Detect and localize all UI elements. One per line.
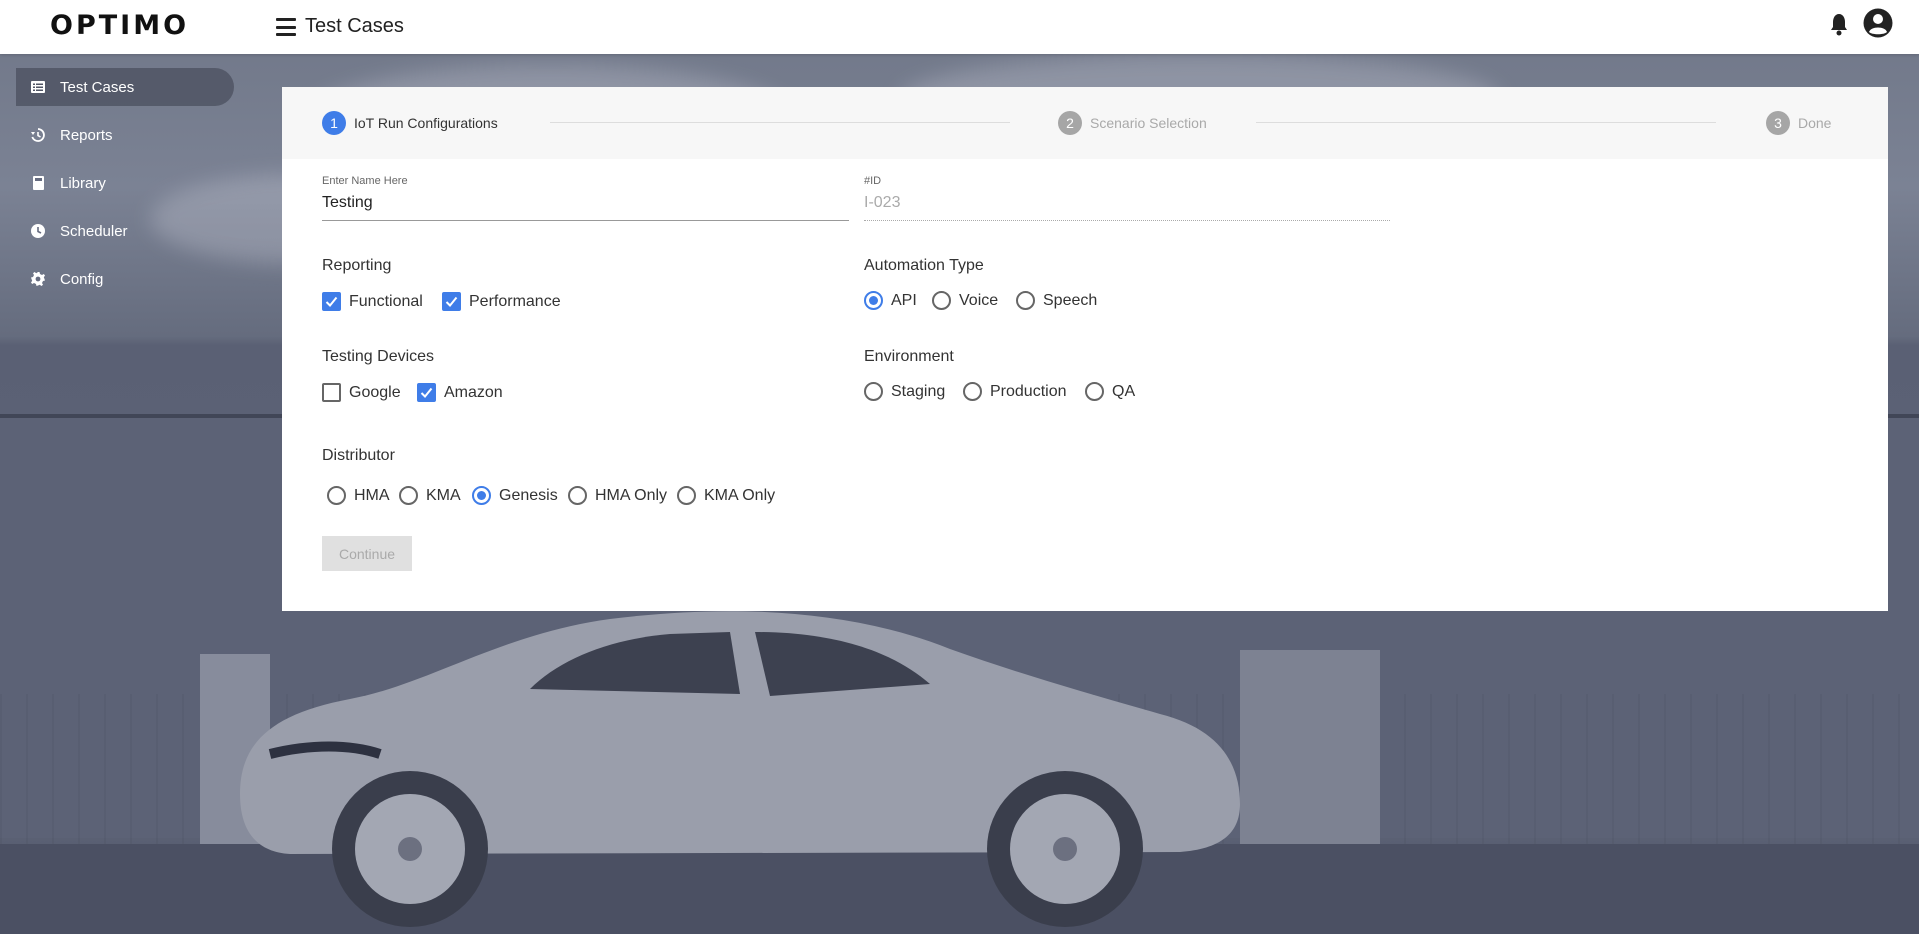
- option-label: Amazon: [444, 383, 503, 401]
- api-radio[interactable]: API: [864, 291, 917, 310]
- radio-unchecked-icon: [568, 486, 587, 505]
- sidebar-item-reports[interactable]: Reports: [16, 116, 234, 154]
- sidebar-item-config[interactable]: Config: [16, 260, 234, 298]
- step-label: Done: [1798, 115, 1832, 131]
- app-logo: OPTIMO: [50, 10, 190, 41]
- radio-unchecked-icon: [327, 486, 346, 505]
- automation-type-title: Automation Type: [864, 257, 984, 274]
- car-image: [240, 611, 1240, 927]
- performance-checkbox[interactable]: Performance: [442, 292, 561, 311]
- continue-button[interactable]: Continue: [322, 536, 412, 571]
- list-icon: [31, 81, 45, 93]
- account-icon[interactable]: [1863, 8, 1893, 38]
- radio-unchecked-icon: [932, 291, 951, 310]
- radio-unchecked-icon: [963, 382, 982, 401]
- sidebar-item-label: Reports: [60, 126, 113, 144]
- step-iot-run-configurations[interactable]: 1 IoT Run Configurations: [322, 111, 498, 135]
- option-label: HMA Only: [595, 486, 668, 504]
- option-label: Google: [349, 383, 401, 401]
- step-number: 3: [1766, 111, 1790, 135]
- step-connector: [550, 122, 1010, 123]
- checkbox-checked-icon: [322, 292, 341, 311]
- page-title: Test Cases: [305, 15, 404, 37]
- sidebar-item-label: Library: [60, 174, 106, 192]
- production-radio[interactable]: Production: [963, 382, 1067, 401]
- option-label: Performance: [469, 292, 561, 310]
- option-label: Staging: [891, 382, 946, 400]
- bell-icon[interactable]: [1830, 12, 1848, 36]
- option-label: API: [891, 291, 917, 309]
- reporting-title: Reporting: [322, 257, 392, 274]
- option-label: Speech: [1043, 291, 1098, 309]
- app-header: OPTIMO Test Cases: [0, 0, 1919, 54]
- sidebar-item-test-cases[interactable]: Test Cases: [16, 68, 234, 106]
- radio-unchecked-icon: [864, 382, 883, 401]
- id-field-label: #ID: [864, 175, 882, 187]
- sidebar-item-label: Config: [60, 270, 104, 288]
- voice-radio[interactable]: Voice: [932, 291, 998, 310]
- radio-unchecked-icon: [399, 486, 418, 505]
- stepper: 1 IoT Run Configurations 2 Scenario Sele…: [282, 87, 1888, 159]
- history-icon: [31, 128, 45, 142]
- run-configuration-card: 1 IoT Run Configurations 2 Scenario Sele…: [282, 87, 1888, 611]
- option-label: KMA: [426, 486, 461, 504]
- clock-icon: [31, 224, 45, 238]
- step-done[interactable]: 3 Done: [1766, 111, 1831, 135]
- name-input[interactable]: Testing: [322, 194, 373, 212]
- option-label: HMA: [354, 486, 390, 504]
- option-label: Genesis: [499, 486, 558, 504]
- checkbox-checked-icon: [417, 383, 436, 402]
- step-label: Scenario Selection: [1090, 115, 1207, 131]
- staging-radio[interactable]: Staging: [864, 382, 945, 401]
- gear-icon: [31, 272, 45, 286]
- step-number: 1: [322, 111, 346, 135]
- checkbox-unchecked-icon: [322, 383, 341, 402]
- option-label: QA: [1112, 382, 1136, 400]
- option-label: KMA Only: [704, 486, 776, 504]
- amazon-checkbox[interactable]: Amazon: [417, 383, 503, 402]
- radio-unchecked-icon: [1085, 382, 1104, 401]
- name-field-label: Enter Name Here: [322, 175, 408, 187]
- sidebar-item-label: Scheduler: [60, 222, 128, 240]
- distributor-title: Distributor: [322, 447, 395, 464]
- option-label: Production: [990, 382, 1067, 400]
- id-field-underline: [864, 220, 1390, 221]
- checkbox-checked-icon: [442, 292, 461, 311]
- sidebar-item-library[interactable]: Library: [16, 164, 234, 202]
- genesis-radio[interactable]: Genesis: [472, 486, 558, 505]
- radio-unchecked-icon: [677, 486, 696, 505]
- sidebar-item-label: Test Cases: [60, 78, 135, 96]
- book-icon: [33, 176, 44, 190]
- menu-icon[interactable]: [276, 18, 296, 36]
- qa-radio[interactable]: QA: [1085, 382, 1135, 401]
- google-checkbox[interactable]: Google: [322, 383, 401, 402]
- option-label: Voice: [959, 291, 999, 309]
- speech-radio[interactable]: Speech: [1016, 291, 1097, 310]
- kma-radio[interactable]: KMA: [399, 486, 461, 505]
- step-scenario-selection[interactable]: 2 Scenario Selection: [1058, 111, 1207, 135]
- environment-title: Environment: [864, 348, 954, 365]
- sidebar-item-scheduler[interactable]: Scheduler: [16, 212, 234, 250]
- id-field: I-023: [864, 194, 901, 211]
- step-label: IoT Run Configurations: [354, 115, 498, 131]
- radio-checked-icon: [472, 486, 491, 505]
- option-label: Functional: [349, 292, 423, 310]
- sidebar: Test Cases Reports Library Scheduler Con…: [16, 68, 234, 308]
- hma-only-radio[interactable]: HMA Only: [568, 486, 667, 505]
- step-connector: [1256, 122, 1716, 123]
- name-input-underline: [322, 220, 849, 221]
- hma-radio[interactable]: HMA: [327, 486, 390, 505]
- step-number: 2: [1058, 111, 1082, 135]
- radio-unchecked-icon: [1016, 291, 1035, 310]
- radio-checked-icon: [864, 291, 883, 310]
- functional-checkbox[interactable]: Functional: [322, 292, 423, 311]
- kma-only-radio[interactable]: KMA Only: [677, 486, 775, 505]
- testing-devices-title: Testing Devices: [322, 348, 435, 365]
